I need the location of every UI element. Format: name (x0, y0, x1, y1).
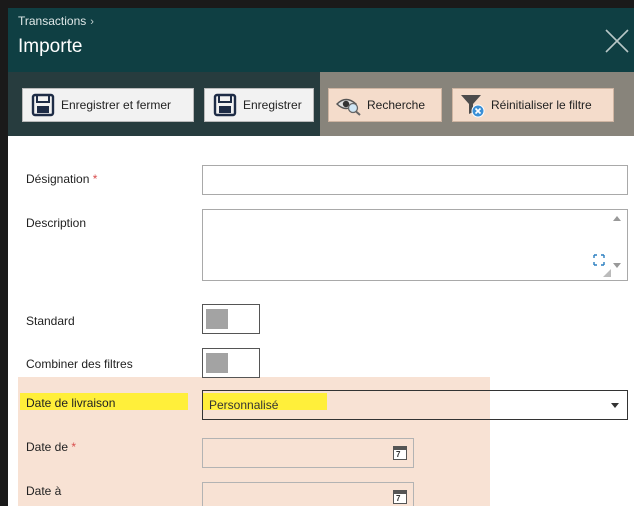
standard-label: Standard (26, 314, 75, 328)
calendar-icon[interactable]: 7 (393, 490, 407, 504)
description-label: Description (26, 216, 87, 230)
description-textarea[interactable] (202, 209, 628, 281)
chevron-right-icon: › (90, 16, 94, 28)
save-label: Enregistrer (243, 98, 302, 112)
calendar-icon[interactable]: 7 (393, 446, 407, 460)
standard-toggle[interactable] (202, 304, 260, 334)
combine-filters-label: Combiner des filtres (26, 357, 133, 371)
date-from-input[interactable]: 7 (202, 438, 414, 468)
dialog-window: Transactions › Importe Enregistrer et fer… (8, 8, 634, 506)
expand-icon[interactable] (593, 254, 605, 266)
filter-form: Désignation * Description Standard Combi… (8, 136, 634, 506)
toggle-knob (206, 309, 228, 329)
save-button[interactable]: Enregistrer (204, 88, 314, 122)
search-eye-icon (335, 91, 363, 119)
delivery-date-select[interactable]: Personnalisé (202, 390, 628, 420)
delivery-date-selected-value: Personnalisé (209, 398, 279, 412)
delivery-date-label: Date de livraison (26, 396, 116, 410)
save-and-close-label: Enregistrer et fermer (61, 98, 172, 112)
combine-filters-toggle[interactable] (202, 348, 260, 378)
breadcrumb[interactable]: Transactions › (18, 14, 94, 28)
date-to-label: Date à (26, 484, 62, 498)
close-icon[interactable] (602, 26, 632, 56)
reset-filter-button[interactable]: Réinitialiser le filtre (452, 88, 614, 122)
save-icon (211, 91, 239, 119)
dialog-title: Importe (18, 36, 83, 57)
date-from-label: Date de * (26, 440, 77, 454)
scroll-down-arrow-icon[interactable] (613, 263, 621, 268)
required-marker: * (92, 172, 98, 186)
toggle-knob (206, 353, 228, 373)
reset-filter-label: Réinitialiser le filtre (491, 98, 592, 112)
date-to-input[interactable]: 7 (202, 482, 414, 506)
designation-input[interactable] (202, 165, 628, 195)
save-and-close-button[interactable]: Enregistrer et fermer (22, 88, 194, 122)
designation-label: Désignation * (26, 172, 98, 186)
search-button[interactable]: Recherche (328, 88, 442, 122)
breadcrumb-transactions[interactable]: Transactions (18, 14, 86, 28)
required-marker: * (71, 440, 77, 454)
save-icon (29, 91, 57, 119)
search-label: Recherche (367, 98, 426, 112)
dialog-header: Transactions › Importe (8, 8, 634, 72)
chevron-down-icon (611, 403, 619, 408)
resize-handle-icon[interactable] (603, 269, 611, 277)
filter-reset-icon (459, 91, 487, 119)
scroll-up-arrow-icon[interactable] (613, 216, 621, 221)
toolbar: Enregistrer et fermer Enregistrer Recher… (8, 72, 634, 136)
